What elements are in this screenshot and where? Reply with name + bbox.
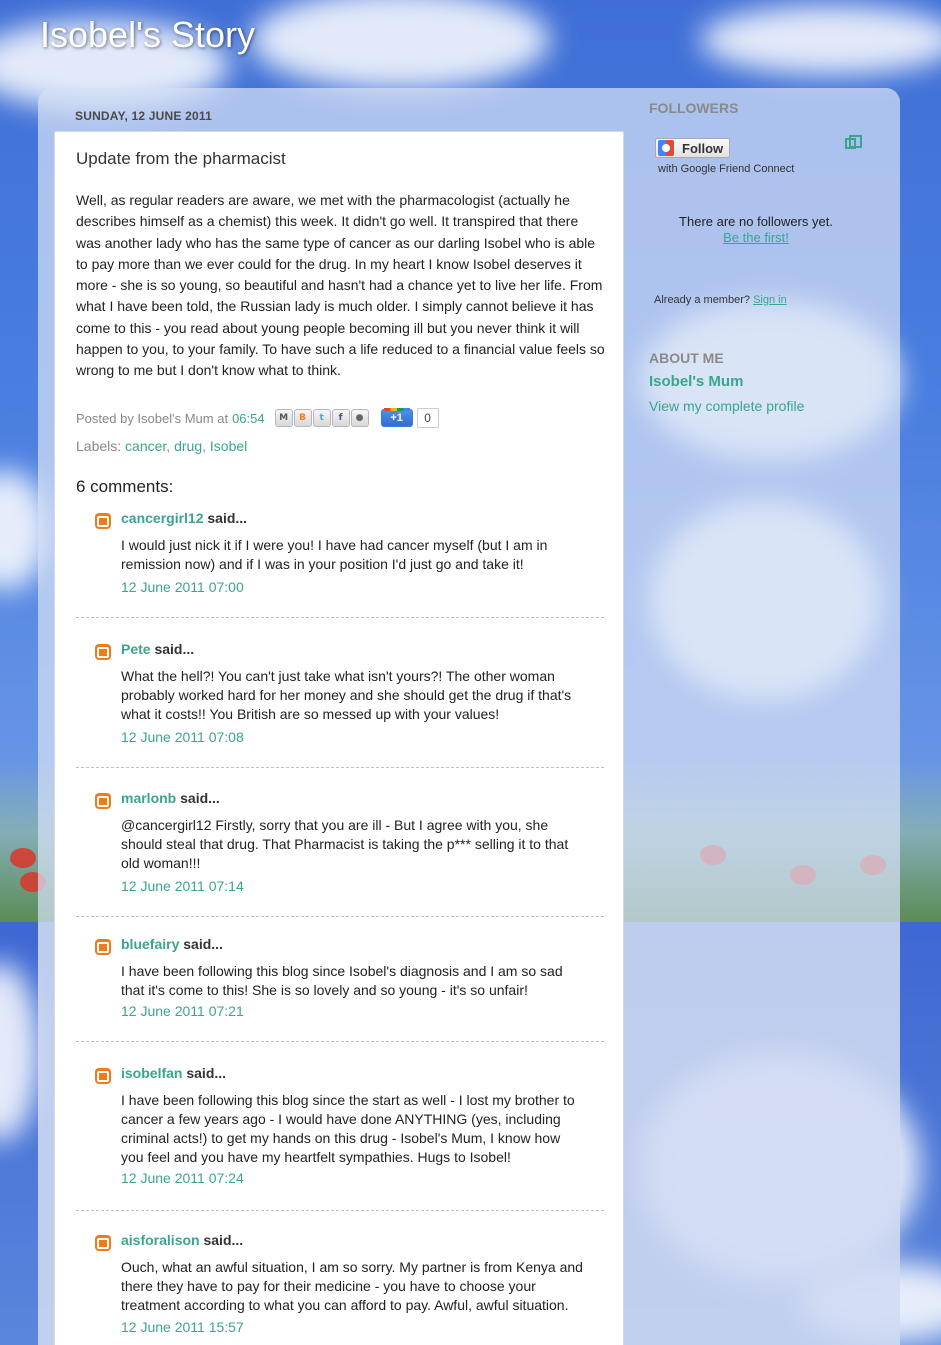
comment-divider xyxy=(76,1210,604,1211)
cloud xyxy=(0,962,40,1142)
blogger-profile-icon xyxy=(95,1235,111,1251)
comment-divider xyxy=(76,916,604,917)
plusone-count: 0 xyxy=(416,408,439,428)
already-member: Already a member? Sign in xyxy=(654,294,787,306)
comment-author-link[interactable]: bluefairy xyxy=(121,936,179,952)
comment-timestamp[interactable]: 12 June 2011 07:24 xyxy=(121,1170,244,1186)
comment-text: @cancergirl12 Firstly, sorry that you ar… xyxy=(121,817,569,871)
comment-timestamp[interactable]: 12 June 2011 07:14 xyxy=(121,878,244,894)
buzz-icon[interactable]: ● xyxy=(350,409,369,427)
comment-author-link[interactable]: cancergirl12 xyxy=(121,510,204,526)
sign-in-link[interactable]: Sign in xyxy=(753,294,787,306)
post-labels: Labels: cancer, drug, Isobel xyxy=(76,438,248,454)
blog-title[interactable]: Isobel's Story xyxy=(40,14,255,56)
comment-author-link[interactable]: Pete xyxy=(121,641,151,657)
follow-button[interactable]: Follow xyxy=(655,138,730,158)
post-date-header: SUNDAY, 12 JUNE 2011 xyxy=(75,109,212,123)
post-body: Well, as regular readers are aware, we m… xyxy=(76,192,605,379)
comment-text: I would just nick it if I were you! I ha… xyxy=(121,537,548,572)
follow-subtext: with Google Friend Connect xyxy=(658,163,795,175)
no-followers-text: There are no followers yet. xyxy=(679,214,833,229)
cloud xyxy=(700,5,941,75)
comment-text: Ouch, what an awful situation, I am so s… xyxy=(121,1259,583,1313)
blogger-profile-icon xyxy=(95,939,111,955)
label-link-drug[interactable]: drug xyxy=(174,438,202,454)
follow-widget: Follow with Google Friend Connect xyxy=(655,138,794,175)
comment-text: I have been following this blog since Is… xyxy=(121,963,563,998)
sidebar: FOLLOWERS Follow with Google Friend Conn… xyxy=(649,100,879,414)
posted-by-text: Posted by Isobel's Mum at xyxy=(76,410,229,426)
be-first-link[interactable]: Be the first! xyxy=(649,230,863,245)
comment-text: I have been following this blog since th… xyxy=(121,1092,575,1165)
comment-divider xyxy=(76,617,604,618)
comment-author: aisforalison said... xyxy=(121,1232,244,1248)
comment-timestamp[interactable]: 12 June 2011 07:08 xyxy=(121,729,244,745)
followers-heading: FOLLOWERS xyxy=(649,100,739,116)
twitter-icon[interactable]: t xyxy=(312,409,331,427)
google-friend-connect-icon xyxy=(658,140,674,156)
plusone-button[interactable]: +1 xyxy=(380,408,413,427)
label-link-isobel[interactable]: Isobel xyxy=(210,438,247,454)
already-member-text: Already a member? xyxy=(654,294,750,306)
comment-timestamp[interactable]: 12 June 2011 07:00 xyxy=(121,579,244,595)
post-timestamp-link[interactable]: 06:54 xyxy=(232,411,265,426)
comment-author: bluefairy said... xyxy=(121,936,223,952)
share-buttons: M B t f ● xyxy=(274,409,369,427)
comment-text: What the hell?! You can't just take what… xyxy=(121,668,572,722)
comment-author: isobelfan said... xyxy=(121,1065,227,1081)
labels-prefix: Labels: xyxy=(76,438,122,454)
view-profile-link[interactable]: View my complete profile xyxy=(649,398,804,414)
comment-timestamp[interactable]: 12 June 2011 15:57 xyxy=(121,1319,244,1335)
post-title[interactable]: Update from the pharmacist xyxy=(76,149,286,169)
comment-author-link[interactable]: aisforalison xyxy=(121,1232,200,1248)
comments-title: 6 comments: xyxy=(76,477,174,496)
about-me-heading: ABOUT ME xyxy=(649,350,724,366)
post-card: Update from the pharmacist Well, as regu… xyxy=(54,131,624,1345)
blogger-icon[interactable]: B xyxy=(293,409,312,427)
email-icon[interactable]: M xyxy=(274,409,293,427)
comment-author: cancergirl12 said... xyxy=(121,510,248,526)
comment-divider xyxy=(76,767,604,768)
author-profile-link[interactable]: Isobel's Mum xyxy=(649,373,743,390)
comment-author: marlonb said... xyxy=(121,790,220,806)
label-link-cancer[interactable]: cancer xyxy=(125,438,166,454)
comment-author-link[interactable]: marlonb xyxy=(121,790,176,806)
blogger-profile-icon xyxy=(95,793,111,809)
comment-author: Pete said... xyxy=(121,641,195,657)
blogger-profile-icon xyxy=(95,644,111,660)
post-footer: Posted by Isobel's Mum at 06:54 M B t f … xyxy=(76,408,439,428)
blogger-profile-icon xyxy=(95,1068,111,1084)
comment-author-link[interactable]: isobelfan xyxy=(121,1065,182,1081)
comment-divider xyxy=(76,1041,604,1042)
facebook-icon[interactable]: f xyxy=(331,409,350,427)
poppy xyxy=(10,848,36,868)
blogger-profile-icon xyxy=(95,513,111,529)
follow-button-label: Follow xyxy=(682,140,724,156)
comment-timestamp[interactable]: 12 June 2011 07:21 xyxy=(121,1003,244,1019)
cloud xyxy=(250,0,550,90)
popout-icon[interactable] xyxy=(845,135,862,149)
